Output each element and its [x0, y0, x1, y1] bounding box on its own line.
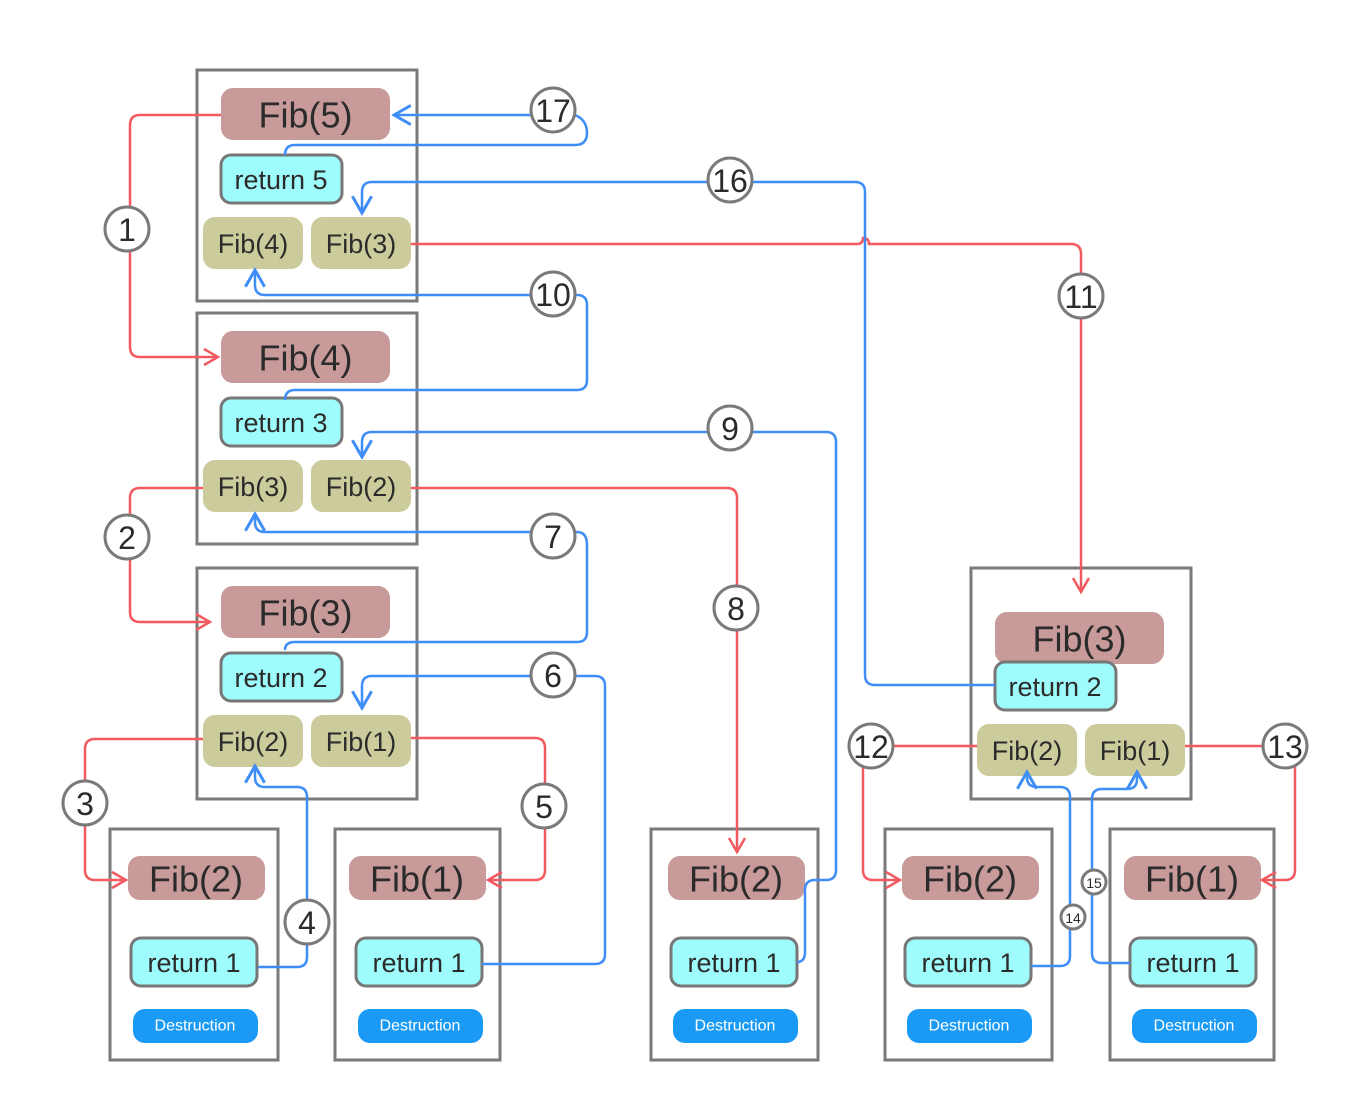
step-badge: 16 [706, 156, 754, 204]
return-label: return 2 [1008, 672, 1101, 702]
step-badge: 2 [103, 513, 151, 561]
leaf-frame: Fib(2) return 1 Destruction [108, 827, 280, 1062]
step-badge: 9 [706, 404, 754, 452]
step-number: 14 [1065, 910, 1081, 926]
call-label: Fib(5) [258, 95, 352, 136]
return-label: return 3 [234, 408, 327, 438]
subcall-label: Fib(1) [1100, 736, 1171, 766]
step-number: 16 [712, 163, 748, 199]
return-label: return 1 [687, 948, 780, 978]
step-number: 5 [535, 789, 553, 825]
return-label: return 1 [1146, 948, 1239, 978]
leaf-frame: Fib(1) return 1 Destruction [1108, 827, 1276, 1062]
step-number: 11 [1064, 279, 1097, 315]
step-number: 17 [535, 93, 571, 129]
step-badge: 10 [529, 270, 577, 318]
call-label: Fib(3) [258, 593, 352, 634]
step-number: 6 [544, 658, 562, 694]
step-badge: 4 [283, 898, 331, 946]
step-number: 10 [535, 277, 571, 313]
subcall-label: Fib(3) [218, 472, 289, 502]
subcall-label: Fib(2) [326, 472, 397, 502]
step-badge: 5 [520, 782, 568, 830]
destruction-label: Destruction [1154, 1018, 1235, 1035]
leaf-frame: Fib(2) return 1 Destruction [649, 827, 820, 1062]
leaf-frame: Fib(1) return 1 Destruction [333, 827, 502, 1062]
subcall-label: Fib(1) [326, 727, 397, 757]
step-number: 12 [853, 729, 889, 765]
step-number: 2 [118, 520, 136, 556]
subcall-label: Fib(2) [992, 736, 1063, 766]
call-label: Fib(3) [1032, 619, 1126, 660]
step-number: 3 [76, 786, 94, 822]
step-badge: 15 [1080, 868, 1108, 896]
destruction-label: Destruction [929, 1018, 1010, 1035]
step-badge: 12 [847, 722, 895, 770]
step-badge: 13 [1261, 722, 1309, 770]
call-label: Fib(1) [1145, 859, 1239, 900]
step-badge: 6 [529, 651, 577, 699]
step-badge: 3 [61, 779, 109, 827]
stack-frame: Fib(3) return 2 Fib(2) Fib(1) [969, 566, 1193, 801]
subcall-label: Fib(4) [218, 229, 289, 259]
return-label: return 1 [372, 948, 465, 978]
call-label: Fib(2) [149, 859, 243, 900]
call-label: Fib(2) [923, 859, 1017, 900]
step-number: 15 [1086, 875, 1102, 891]
subcall-label: Fib(2) [218, 727, 289, 757]
call-label: Fib(4) [258, 338, 352, 379]
leaf-frame: Fib(2) return 1 Destruction [883, 827, 1054, 1062]
return-label: return 1 [921, 948, 1014, 978]
return-label: return 2 [234, 663, 327, 693]
stack-frame: Fib(4) return 3 Fib(3) Fib(2) [195, 311, 419, 546]
step-number: 7 [544, 519, 562, 555]
recursion-diagram: Fib(5) return 5 Fib(4) Fib(3) Fib(4) return 3… [61, 68, 1309, 1062]
stack-frame: Fib(5) return 5 Fib(4) Fib(3) [195, 68, 419, 303]
step-number: 1 [118, 212, 136, 248]
destruction-label: Destruction [155, 1018, 236, 1035]
return-arrow-16 [362, 180, 995, 687]
step-badge: 1 [103, 205, 151, 253]
step-badge: 8 [712, 584, 760, 632]
call-label: Fib(1) [370, 859, 464, 900]
return-label: return 1 [147, 948, 240, 978]
step-badge: 7 [529, 512, 577, 560]
stack-frame: Fib(3) return 2 Fib(2) Fib(1) [195, 566, 419, 801]
step-number: 9 [721, 411, 739, 447]
step-badge: 17 [529, 86, 577, 134]
subcall-label: Fib(3) [326, 229, 397, 259]
step-number: 4 [298, 905, 316, 941]
call-label: Fib(2) [689, 859, 783, 900]
step-number: 13 [1267, 729, 1303, 765]
step-badge: 11 [1057, 272, 1105, 320]
step-number: 8 [727, 591, 745, 627]
destruction-label: Destruction [380, 1018, 461, 1035]
destruction-label: Destruction [695, 1018, 776, 1035]
step-badge: 14 [1059, 903, 1087, 931]
return-label: return 5 [234, 165, 327, 195]
